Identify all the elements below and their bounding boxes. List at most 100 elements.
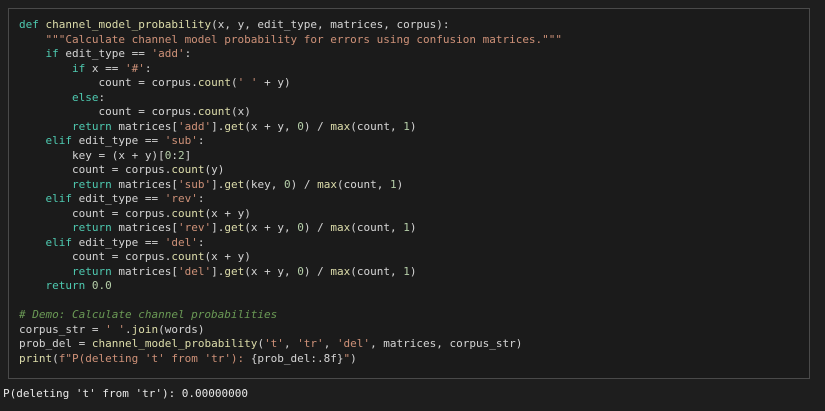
- code-line: elif edit_type == 'del':: [19, 236, 562, 251]
- code-token-default: edit_type: [72, 134, 145, 147]
- code-token-default: matrices[: [111, 177, 178, 191]
- code-token-keyword: if: [45, 47, 59, 60]
- code-token-default: count: [19, 105, 139, 118]
- code-token-keyword: def: [19, 18, 46, 31]
- code-token-fn: get: [224, 221, 245, 234]
- code-token-default: (x): [230, 105, 251, 118]
- code-token-default: [19, 62, 72, 75]
- code-token-number: 1: [403, 221, 410, 234]
- code-token-default: ): [409, 221, 417, 234]
- code-token-number: 0: [297, 221, 304, 234]
- code-token-op: ==: [144, 134, 159, 147]
- code-token-default: [118, 62, 125, 75]
- code-token-fn: get: [224, 177, 245, 191]
- code-token-default: matrices[: [111, 221, 178, 234]
- code-token-default: ): [396, 177, 404, 191]
- code-token-default: :: [197, 192, 205, 205]
- code-token-fn: get: [224, 264, 245, 278]
- code-token-number: 0: [297, 264, 304, 278]
- code-token-string: 'del': [177, 264, 212, 278]
- code-token-default: [19, 265, 72, 278]
- code-token-fn: channel_model_probability: [91, 337, 258, 350]
- code-token-number: 1: [403, 264, 410, 278]
- code-token-default: prob_del: [19, 337, 79, 350]
- code-token-string: 'rev': [164, 192, 198, 205]
- code-token-default: matrices[: [111, 119, 178, 133]
- code-token-string: '#': [124, 61, 145, 75]
- code-line: return matrices['del'].get(x + y, 0) / m…: [19, 265, 562, 280]
- code-token-string: ' ': [237, 76, 258, 89]
- code-token-keyword: elif: [45, 235, 73, 249]
- code-token-string: f"P(deleting 't' from 'tr'):: [58, 351, 251, 365]
- code-token-default: (x + y): [204, 250, 251, 263]
- code-token-number: 0: [283, 177, 291, 191]
- code-token-default: (x, y, edit_type, matrices, corpus):: [211, 18, 450, 31]
- code-token-default: matrices[: [111, 264, 178, 278]
- code-line: key = (x + y)[0:2]: [19, 149, 562, 164]
- code-token-fn: count: [197, 105, 231, 118]
- code-token-default: ): [350, 351, 357, 365]
- code-token-op: =: [138, 105, 145, 118]
- code-token-default: ]: [184, 148, 192, 162]
- code-token-fn: count: [171, 206, 205, 220]
- code-token-default: (words): [158, 322, 205, 336]
- code-token-default: (count,: [350, 221, 404, 234]
- code-token-op: =: [138, 76, 145, 89]
- code-token-default: :: [144, 61, 152, 75]
- code-token-fn: count: [197, 76, 231, 89]
- code-token-default: {prob_del:.8f}: [250, 351, 344, 365]
- code-token-default: (key,: [244, 177, 284, 191]
- code-token-string: 'add': [151, 47, 185, 60]
- code-token-number: 2: [177, 148, 185, 162]
- code-token-default: [158, 134, 165, 147]
- code-token-default: (count,: [350, 119, 404, 133]
- code-token-string: 'tr': [297, 337, 324, 350]
- code-token-fn: get: [224, 119, 245, 133]
- code-token-default: (x + y)[: [105, 148, 165, 162]
- code-token-default: key: [19, 148, 99, 162]
- code-token-fn: max: [330, 264, 351, 278]
- code-token-string: 'sub': [177, 177, 212, 191]
- code-token-default: (: [52, 351, 59, 365]
- code-line: return 0.0: [19, 279, 562, 294]
- code-token-number: 1: [389, 177, 397, 191]
- code-token-default: corpus.: [144, 76, 198, 89]
- code-token-string: 'sub': [164, 134, 198, 147]
- code-token-fn: count: [171, 250, 205, 263]
- code-cell[interactable]: def channel_model_probability (x, y, edit…: [8, 8, 810, 379]
- code-token-default: [158, 192, 165, 205]
- code-token-keyword: return: [71, 221, 112, 234]
- code-line: return matrices['add'].get(x + y, 0) / m…: [19, 120, 562, 135]
- code-token-keyword: return: [71, 177, 112, 191]
- code-token-default: ].: [211, 221, 225, 234]
- code-token-default: count: [19, 163, 112, 176]
- code-token-string: 't': [264, 337, 284, 350]
- code-token-default: ): [409, 119, 417, 133]
- code-token-comment: # Demo: Calculate channel probabilities: [19, 308, 278, 321]
- code-token-string: 'del': [336, 337, 371, 350]
- code-token-default: edit_type: [58, 47, 132, 60]
- code-token-default: corpus.: [144, 105, 198, 118]
- code-token-default: (count,: [336, 177, 390, 191]
- code-token-default: ) /: [303, 119, 331, 133]
- code-token-default: [85, 279, 92, 292]
- code-token-default: [19, 178, 72, 191]
- code-token-default: [158, 236, 165, 249]
- code-token-default: edit_type: [72, 235, 145, 249]
- code-token-default: corpus.: [118, 206, 172, 220]
- code-token-default: corpus.: [118, 163, 172, 176]
- code-token-default: [19, 279, 46, 292]
- code-token-default: (x + y,: [244, 264, 298, 278]
- code-line: prob_del = channel_model_probability('t'…: [19, 337, 562, 352]
- code-token-default: :: [98, 90, 106, 104]
- code-line: def channel_model_probability(x, y, edit…: [19, 18, 562, 33]
- code-token-string: 'rev': [177, 221, 212, 234]
- code-token-default: [19, 236, 46, 249]
- code-token-default: count: [19, 250, 112, 263]
- code-token-keyword: return: [71, 119, 112, 133]
- code-token-fn: count: [171, 163, 205, 176]
- code-editor[interactable]: def channel_model_probability (x, y, edit…: [19, 18, 562, 366]
- code-line: elif edit_type == 'sub':: [19, 134, 562, 149]
- code-token-op: ==: [131, 47, 145, 60]
- code-token-default: (x + y,: [244, 221, 298, 234]
